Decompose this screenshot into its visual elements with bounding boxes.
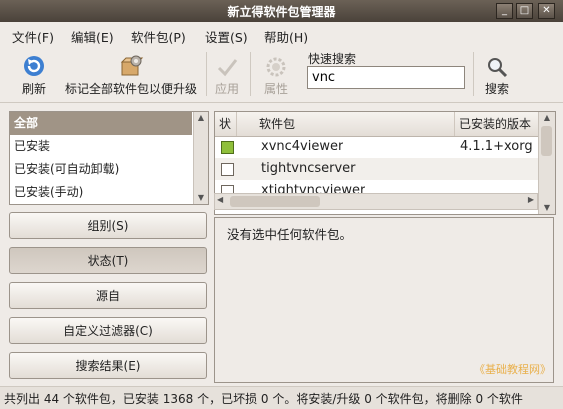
filter-list: 全部 已安装 已安装(可自动卸载) 已安装(手动) ▲ ▼ — [9, 111, 209, 205]
group-filter-button[interactable]: 组别(S) — [9, 212, 207, 239]
filter-item-all[interactable]: 全部 — [10, 112, 192, 135]
quick-search-input[interactable] — [307, 66, 465, 89]
table-vertical-scrollbar[interactable]: ▲ ▼ — [538, 112, 555, 214]
installed-checkbox[interactable] — [221, 141, 234, 154]
table-header: 状 软件包 已安装的版本 — [215, 112, 539, 137]
synaptic-window: 新立得软件包管理器 _ □ ✕ 文件(F) 编辑(E) 软件包(P) 设置(S)… — [0, 0, 563, 409]
package-description-pane: 没有选中任何软件包。 — [214, 217, 554, 383]
menu-bar: 文件(F) 编辑(E) 软件包(P) 设置(S) 帮助(H) — [0, 22, 563, 46]
apply-button[interactable]: 应用 — [210, 52, 244, 97]
mark-all-upgrades-button[interactable]: 标记全部软件包以便升级 — [58, 52, 204, 97]
custom-filter-button[interactable]: 自定义过滤器(C) — [9, 317, 207, 344]
column-package[interactable]: 软件包 — [255, 112, 455, 136]
apply-label: 应用 — [214, 82, 239, 96]
table-horizontal-scrollbar[interactable]: ◀ ▶ — [214, 193, 538, 210]
search-icon — [480, 52, 514, 78]
package-checkbox[interactable] — [221, 163, 234, 176]
search-button[interactable]: 搜索 — [480, 52, 514, 97]
scroll-thumb[interactable] — [230, 196, 320, 207]
description-text: 没有选中任何软件包。 — [227, 227, 353, 242]
scroll-right-arrow-icon[interactable]: ▶ — [528, 195, 534, 204]
refresh-label: 刷新 — [21, 82, 46, 96]
quick-search-label: 快速搜索 — [308, 52, 357, 66]
menu-edit[interactable]: 编辑(E) — [71, 27, 114, 46]
status-bar: 共列出 44 个软件包，已安装 1368 个，已坏损 0 个。将安装/升级 0 … — [0, 386, 563, 409]
table-row[interactable]: tightvncserver — [215, 158, 539, 180]
refresh-button[interactable]: 刷新 — [14, 52, 54, 97]
search-results-button[interactable]: 搜索结果(E) — [9, 352, 207, 379]
filter-list-scrollbar[interactable]: ▲ ▼ — [193, 112, 208, 204]
toolbar-separator — [473, 52, 474, 96]
upgrade-package-icon — [58, 52, 204, 78]
properties-gear-icon — [258, 52, 294, 78]
menu-settings[interactable]: 设置(S) — [205, 27, 248, 46]
window-title: 新立得软件包管理器 — [227, 5, 336, 19]
properties-label: 属性 — [263, 82, 288, 96]
filter-item-installed[interactable]: 已安装 — [10, 135, 192, 158]
filter-item-installed-manual[interactable]: 已安装(手动) — [10, 181, 192, 204]
status-text: 共列出 44 个软件包，已安装 1368 个，已坏损 0 个。将安装/升级 0 … — [4, 392, 523, 406]
scroll-up-arrow-icon[interactable]: ▲ — [539, 112, 555, 124]
mark-all-label: 标记全部软件包以便升级 — [64, 82, 197, 96]
checkmark-icon — [210, 52, 244, 78]
package-name: tightvncserver — [261, 161, 356, 176]
scroll-down-arrow-icon[interactable]: ▼ — [194, 192, 208, 204]
filter-item-installed-auto-removable[interactable]: 已安装(可自动卸载) — [10, 158, 192, 181]
toolbar-separator — [206, 52, 207, 96]
package-name: xvnc4viewer — [261, 139, 344, 154]
table-row[interactable]: xvnc4viewer 4.1.1+xorg — [215, 136, 539, 158]
installed-version: 4.1.1+xorg — [460, 139, 533, 154]
scroll-thumb[interactable] — [541, 126, 552, 156]
close-button[interactable]: ✕ — [538, 3, 555, 19]
column-status[interactable]: 状 — [215, 112, 237, 136]
column-installed-version[interactable]: 已安装的版本 — [455, 112, 539, 136]
menu-help[interactable]: 帮助(H) — [264, 27, 308, 46]
maximize-button[interactable]: □ — [516, 3, 533, 19]
scroll-left-arrow-icon[interactable]: ◀ — [217, 195, 223, 204]
refresh-icon — [14, 52, 54, 78]
status-filter-button[interactable]: 状态(T) — [9, 247, 207, 274]
properties-button[interactable]: 属性 — [258, 52, 294, 97]
minimize-button[interactable]: _ — [496, 3, 513, 19]
search-label: 搜索 — [484, 82, 509, 96]
scroll-up-arrow-icon[interactable]: ▲ — [194, 112, 208, 124]
origin-filter-button[interactable]: 源自 — [9, 282, 207, 309]
toolbar: 刷新 标记全部软件包以便升级 应用 属性 快速搜索 vnc 搜索 — [0, 46, 563, 103]
watermark: 《基础教程网》 — [474, 363, 551, 376]
scroll-down-arrow-icon[interactable]: ▼ — [539, 202, 555, 214]
toolbar-separator — [250, 52, 251, 96]
title-bar: 新立得软件包管理器 _ □ ✕ — [0, 0, 563, 22]
menu-file[interactable]: 文件(F) — [12, 27, 54, 46]
menu-package[interactable]: 软件包(P) — [131, 27, 186, 46]
